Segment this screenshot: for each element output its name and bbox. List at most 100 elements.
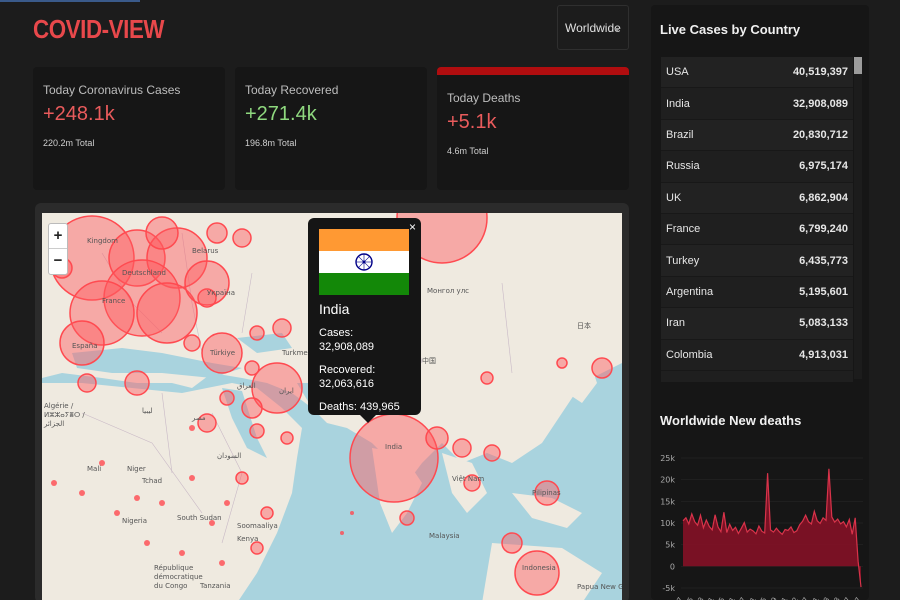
- right-panel: Live Cases by Country USA 40,519,397 Indi…: [651, 5, 869, 600]
- x-tick-label: 2/8: [819, 596, 832, 600]
- country-name: Iran: [666, 317, 685, 330]
- stat-label: Today Deaths: [447, 91, 521, 105]
- country-row[interactable]: France 6,799,240: [661, 214, 853, 246]
- svg-text:مصر: مصر: [191, 414, 206, 422]
- stat-label: Today Recovered: [245, 83, 339, 97]
- svg-text:العراق: العراق: [237, 382, 256, 390]
- svg-text:ایران: ایران: [279, 387, 294, 395]
- y-tick-label: -5k: [662, 584, 675, 593]
- country-row[interactable]: Iran 5,083,133: [661, 308, 853, 340]
- svg-text:الجزائر: الجزائر: [43, 420, 64, 428]
- x-tick-label: 2/5: [683, 596, 696, 600]
- app-title: COVID-VIEW: [33, 14, 165, 44]
- country-row[interactable]: Colombia 4,913,031: [661, 340, 853, 371]
- stat-total: 4.6m Total: [447, 146, 489, 156]
- country-row[interactable]: Turkey 6,435,773: [661, 245, 853, 277]
- country-row[interactable]: Brazil 20,830,712: [661, 119, 853, 152]
- svg-text:España: España: [72, 342, 98, 350]
- stat-total: 196.8m Total: [245, 138, 297, 148]
- y-tick-label: 15k: [660, 497, 675, 506]
- svg-text:السودان: السودان: [217, 452, 241, 460]
- x-tick-label: 3/3: [829, 596, 842, 600]
- stat-card-cases[interactable]: Today Coronavirus Cases +248.1k 220.2m T…: [33, 67, 225, 190]
- svg-text:France: France: [102, 297, 125, 305]
- x-tick-label: 1/1: [808, 596, 821, 600]
- y-tick-label: 25k: [660, 454, 675, 463]
- zoom-in-button[interactable]: +: [49, 224, 67, 249]
- svg-text:Malaysia: Malaysia: [429, 532, 460, 540]
- country-cases: 4,913,031: [799, 348, 848, 361]
- country-cases: 32,908,089: [792, 97, 848, 110]
- caret-down-icon: [614, 28, 620, 32]
- svg-text:Papua New Guinea: Papua New Guinea: [577, 583, 622, 591]
- svg-text:Tchad: Tchad: [141, 477, 162, 485]
- zoom-out-button[interactable]: −: [49, 249, 67, 274]
- popup-cases: Cases: 32,908,089: [319, 327, 375, 353]
- live-cases-title: Live Cases by Country: [660, 22, 801, 37]
- stat-card-recovered[interactable]: Today Recovered +271.4k 196.8m Total: [235, 67, 427, 190]
- country-row[interactable]: Argentina 5,195,601: [661, 277, 853, 309]
- country-row[interactable]: USA 40,519,397: [661, 57, 853, 89]
- popup-recovered-label: Recovered:: [319, 364, 376, 376]
- stat-card-deaths[interactable]: Today Deaths +5.1k 4.6m Total: [437, 67, 629, 190]
- country-name: Russia: [666, 160, 700, 173]
- close-icon[interactable]: ×: [409, 220, 416, 234]
- svg-text:Tanzania: Tanzania: [199, 582, 230, 590]
- country-row[interactable]: UK 6,862,904: [661, 182, 853, 214]
- country-list[interactable]: USA 40,519,397 India 32,908,089 Brazil 20,8…: [661, 57, 853, 382]
- top-accent-line: [0, 0, 140, 2]
- x-tick-label: 9/9: [766, 596, 779, 600]
- stat-total: 220.2m Total: [43, 138, 95, 148]
- svg-text:Kingdom: Kingdom: [87, 237, 118, 245]
- y-tick-label: 0: [670, 562, 675, 571]
- svg-text:ⵍⵣⵣⴰⵢⴻⵔ /: ⵍⵣⵣⴰⵢⴻⵔ /: [44, 411, 85, 419]
- y-tick-label: 10k: [660, 519, 675, 528]
- svg-text:Kenya: Kenya: [237, 535, 258, 543]
- chart-title: Worldwide New deaths: [660, 413, 802, 428]
- svg-text:ليبيا: ليبيا: [142, 407, 153, 415]
- popup-country: India: [319, 301, 350, 317]
- svg-text:Pilipinas: Pilipinas: [532, 489, 561, 497]
- country-row[interactable]: India 32,908,089: [661, 88, 853, 120]
- country-cases: 6,435,773: [799, 254, 848, 267]
- scrollbar-track[interactable]: [854, 57, 862, 379]
- region-select-value: Worldwide: [565, 21, 621, 35]
- popup-recovered: Recovered: 32,063,616: [319, 363, 410, 391]
- country-cases: 6,862,904: [799, 191, 848, 204]
- svg-text:Монгол улс: Монгол улс: [427, 287, 469, 295]
- scrollbar-thumb[interactable]: [854, 57, 862, 74]
- svg-text:Deutschland: Deutschland: [122, 269, 166, 277]
- country-name: France: [666, 223, 701, 236]
- country-name: India: [666, 97, 690, 110]
- svg-text:Algérie /: Algérie /: [44, 402, 74, 410]
- zoom-control: + −: [48, 223, 68, 275]
- country-cases: 40,519,397: [792, 66, 848, 79]
- country-name: USA: [666, 66, 689, 79]
- svg-text:Belarus: Belarus: [192, 247, 219, 255]
- y-tick-label: 5k: [665, 541, 675, 550]
- svg-text:Mali: Mali: [87, 465, 101, 473]
- deaths-area: [683, 468, 861, 588]
- popup-tip: [360, 415, 376, 423]
- svg-text:Україна: Україна: [207, 289, 235, 297]
- country-row[interactable]: Russia 6,975,174: [661, 151, 853, 183]
- x-tick-label: 1/7: [672, 596, 685, 600]
- svg-text:Nigeria: Nigeria: [122, 517, 147, 525]
- svg-text:South Sudan: South Sudan: [177, 514, 222, 522]
- svg-text:Niger: Niger: [127, 465, 146, 473]
- stat-value: +5.1k: [447, 111, 497, 133]
- country-cases: 6,975,174: [799, 160, 848, 173]
- svg-text:Indonesia: Indonesia: [522, 564, 556, 572]
- country-cases: 5,083,133: [799, 317, 848, 330]
- country-name: Argentina: [666, 285, 714, 298]
- svg-text:India: India: [385, 443, 402, 451]
- x-tick-label: 6/1: [725, 596, 738, 600]
- svg-text:République: République: [154, 564, 193, 572]
- stat-value: +271.4k: [245, 103, 317, 125]
- svg-text:Soomaaliya: Soomaaliya: [237, 522, 278, 530]
- country-name: Brazil: [666, 128, 694, 141]
- region-select[interactable]: Worldwide: [557, 5, 629, 50]
- bubble-india: [349, 413, 439, 503]
- country-name: Turkey: [666, 254, 700, 267]
- svg-text:日本: 日本: [577, 321, 591, 330]
